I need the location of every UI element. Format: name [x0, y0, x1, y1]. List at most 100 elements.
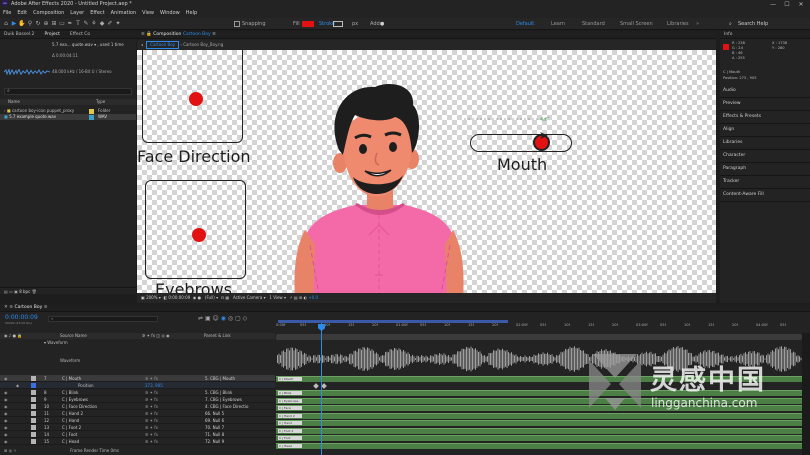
panel-audio[interactable]: Audio — [720, 85, 810, 98]
visibility-icon[interactable]: ◉ — [4, 424, 8, 431]
audio-icon[interactable]: ◆ — [16, 382, 19, 389]
layer-name[interactable]: C | Foot — [62, 431, 77, 438]
parent-select[interactable]: 69. Null 6 — [205, 417, 224, 424]
menu-window[interactable]: Window — [157, 9, 183, 18]
toggle-expand-icon[interactable]: ⊞ ◎ ✧ — [4, 448, 17, 453]
home-icon[interactable]: ⌂ — [2, 20, 10, 28]
timeline-comp-tab[interactable]: Cartoon Boy — [14, 305, 42, 310]
new-comp-icon[interactable]: ▣ — [14, 289, 18, 294]
layer-name[interactable]: C | Hand — [62, 417, 79, 424]
stroke-swatch[interactable] — [333, 21, 343, 27]
timeline-timecode[interactable]: 0:00:00:09 — [5, 314, 38, 321]
bpc-toggle[interactable]: 8 bpc — [19, 289, 30, 294]
comp-mini-flowchart-icon[interactable]: ⇌ — [198, 315, 203, 322]
zoom-tool-icon[interactable]: ⚲ — [26, 20, 34, 28]
playhead[interactable] — [321, 323, 322, 455]
views-select[interactable]: 1 View — [269, 295, 282, 300]
clone-tool-icon[interactable]: ⚘ — [90, 20, 98, 28]
parent-select[interactable]: 7. CBG | Eyebrows — [205, 396, 242, 403]
add-icon[interactable]: ● — [380, 18, 384, 30]
layer-name[interactable]: C | Mouth — [62, 375, 81, 382]
visibility-icon[interactable]: ◉ — [4, 403, 8, 410]
camera-icon[interactable]: ◉ — [193, 295, 197, 300]
layer-name[interactable]: Position — [78, 382, 94, 389]
shy-icon[interactable]: ☺ — [213, 315, 219, 322]
parent-select[interactable]: 4. CBG | Face Directio — [205, 403, 248, 410]
tab-effect-controls[interactable]: Effect Co — [70, 32, 90, 37]
parent-select[interactable]: 66. Null 5 — [205, 410, 224, 417]
workspace-libraries[interactable]: Libraries — [667, 18, 689, 30]
workspace-default[interactable]: Default — [516, 18, 534, 30]
panel-tracker[interactable]: Tracker — [720, 176, 810, 189]
layer-row[interactable]: ◉ 9 C | Eyebrows ✲ ✦ fx 7. CBG | Eyebrows — [0, 396, 275, 403]
workspace-standard[interactable]: Standard — [582, 18, 605, 30]
rotate-tool-icon[interactable]: ↻ — [34, 20, 42, 28]
flowchart-icon[interactable]: ⊞ — [299, 295, 302, 300]
layer-row[interactable]: ◉ 10 C | Face Direction ✲ ✦ fx 4. CBG | Face… — [0, 403, 275, 410]
tab-duik[interactable]: Duik Bassel.2 — [4, 32, 34, 37]
layer-name[interactable]: C | Head — [62, 438, 79, 445]
exposure-value[interactable]: +0.0 — [308, 295, 318, 300]
composition-viewer[interactable]: Face Direction Eyebrows ➤ Mouth — [137, 50, 716, 293]
parent-select[interactable]: 72. Null 9 — [205, 438, 224, 445]
layer-switches-icon[interactable]: ✲ ✦ fx — [145, 438, 158, 445]
tab-menu-icon[interactable]: ≡ — [44, 305, 48, 310]
layer-switches-icon[interactable]: ✲ ✦ fx — [145, 375, 158, 382]
search-help[interactable]: Search Help — [738, 18, 768, 30]
layer-label-color[interactable] — [31, 376, 36, 381]
current-time[interactable]: 0:00:00:09 — [168, 295, 190, 300]
workspace-overflow-icon[interactable]: » — [696, 18, 699, 30]
layer-switches-icon[interactable]: ✲ ✦ fx — [145, 403, 158, 410]
camera-select[interactable]: Active Camera — [233, 295, 262, 300]
comp-name[interactable]: Cartoon Boy — [183, 32, 211, 37]
visibility-icon[interactable]: ◉ — [4, 438, 8, 445]
layer-name[interactable]: C | Face Direction — [62, 403, 97, 410]
selection-tool-icon[interactable]: ▶ — [10, 20, 18, 28]
menu-effect[interactable]: Effect — [87, 9, 107, 18]
parent-select[interactable]: 71. Null 8 — [205, 431, 224, 438]
brush-tool-icon[interactable]: ✎ — [82, 20, 90, 28]
cartoon-boy-character[interactable] — [285, 75, 475, 293]
visibility-icon[interactable]: ◉ — [4, 417, 8, 424]
eyebrows-control[interactable] — [192, 228, 206, 242]
layer-row[interactable]: ◉ 15 C | Head ✲ ✦ fx 72. Null 9 — [0, 438, 275, 445]
roto-brush-icon[interactable]: ✐ — [106, 20, 114, 28]
layer-label-color[interactable] — [31, 404, 36, 409]
tab-project[interactable]: Project — [44, 32, 59, 37]
motion-blur-icon[interactable]: ◎ — [228, 315, 233, 322]
fill-swatch[interactable] — [302, 21, 314, 27]
menu-file[interactable]: File — [0, 9, 14, 18]
menu-composition[interactable]: Composition — [30, 9, 67, 18]
parent-select[interactable]: 5. CBG | Blink — [205, 389, 232, 396]
delete-icon[interactable]: 🗑 — [32, 289, 37, 294]
interpret-footage-icon[interactable]: ▤ — [4, 289, 8, 294]
layer-label-color[interactable] — [31, 383, 36, 388]
layer-row[interactable]: ◉ 12 C | Hand ✲ ✦ fx 69. Null 6 — [0, 417, 275, 424]
visibility-icon[interactable]: ◉ — [4, 389, 8, 396]
pen-tool-icon[interactable]: ✒ — [66, 20, 74, 28]
close-button[interactable]: ✕ — [794, 0, 808, 9]
layer-label-color[interactable] — [31, 411, 36, 416]
new-folder-icon[interactable]: ▭ — [9, 289, 13, 294]
layer-switches-icon[interactable]: ✲ ✦ fx — [145, 396, 158, 403]
panel-preview[interactable]: Preview — [720, 98, 810, 111]
layer-label-color[interactable] — [31, 432, 36, 437]
exposure-icon[interactable]: ◐ — [304, 295, 308, 300]
layer-row[interactable]: ◉ 14 C | Foot ✲ ✦ fx 71. Null 8 — [0, 431, 275, 438]
visibility-icon[interactable]: ◉ — [4, 431, 8, 438]
layer-switches-icon[interactable]: ✲ ✦ fx — [145, 424, 158, 431]
layer-duration-bar[interactable] — [276, 435, 802, 441]
face-direction-control[interactable] — [189, 92, 203, 106]
layer-label-color[interactable] — [31, 418, 36, 423]
layer-switches-icon[interactable]: ✲ ✦ fx — [145, 431, 158, 438]
layer-property-row[interactable]: ◆ Position 273, 905 — [0, 382, 275, 389]
graph-editor-icon[interactable]: ▢ — [235, 315, 241, 322]
column-name[interactable]: Name — [8, 99, 20, 104]
draft-3d-icon[interactable]: ▣ — [205, 315, 211, 322]
layer-name[interactable]: C | Eyebrows — [62, 396, 88, 403]
tab-cartoon-boy[interactable]: Cartoon Boy — [146, 41, 180, 49]
resolution-select[interactable]: (Full) — [205, 295, 215, 300]
layer-switches-icon[interactable]: ✲ ✦ fx — [145, 417, 158, 424]
layer-label-color[interactable] — [31, 425, 36, 430]
layer-switches-icon[interactable]: ✲ ✦ fx — [145, 410, 158, 417]
